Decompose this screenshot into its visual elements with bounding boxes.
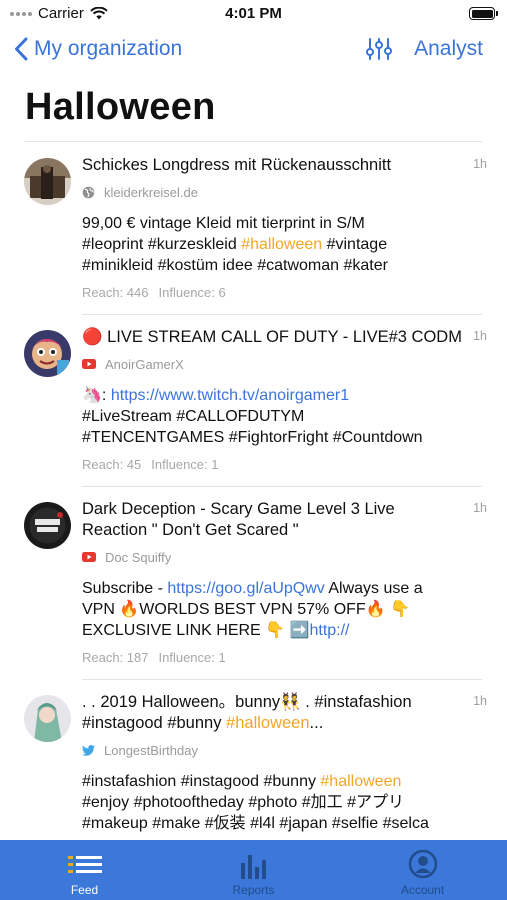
page-title: Halloween — [25, 86, 216, 128]
filter-sliders-icon[interactable] — [366, 37, 393, 61]
feed-list[interactable]: 1h Schickes Longdress mit Rückenausschni… — [0, 142, 507, 840]
post-source-label: AnoirGamerX — [105, 356, 184, 372]
tab-reports[interactable]: Reports — [169, 840, 338, 900]
post-time: 1h — [473, 329, 487, 343]
reach-label: Reach: 45 — [82, 457, 142, 472]
avatar — [24, 695, 71, 742]
tab-account-label: Account — [400, 883, 445, 897]
post-title: Schickes Longdress mit Rückenausschnitt — [82, 156, 392, 174]
hashtag-highlight[interactable]: #halloween — [241, 236, 322, 253]
tab-feed[interactable]: Feed — [0, 840, 169, 900]
feed-icon — [67, 856, 102, 873]
post-time: 1h — [473, 694, 487, 708]
twitter-icon — [82, 744, 95, 756]
tab-bar: Feed Reports Account — [0, 840, 507, 900]
reach-label: Reach: 446 — [82, 285, 149, 300]
bar-chart-icon — [240, 855, 266, 879]
post-time: 1h — [473, 157, 487, 171]
avatar — [24, 330, 71, 377]
feed-post[interactable]: 1h Schickes Longdress mit Rückenausschni… — [0, 142, 507, 315]
nav-right-actions: Analyst — [366, 37, 483, 61]
post-metrics: Reach: 45 Influence: 1 — [82, 457, 462, 472]
globe-icon — [82, 186, 95, 198]
feed-post[interactable]: 1h . . 2019 Halloween。bunny👯 . #instafas… — [0, 679, 507, 840]
post-source-label: Doc Squiffy — [105, 549, 172, 565]
battery-icon — [469, 7, 498, 20]
tab-feed-label: Feed — [70, 883, 99, 897]
hashtag-highlight[interactable]: #halloween — [320, 773, 401, 790]
post-metrics: Reach: 446 Influence: 6 — [82, 285, 462, 300]
avatar — [24, 502, 71, 549]
post-source-label: kleiderkreisel.de — [104, 184, 198, 200]
post-body: Subscribe - https://goo.gl/aUpQwv Always… — [82, 578, 462, 641]
post-source[interactable]: kleiderkreisel.de — [82, 183, 462, 201]
influence-label: Influence: 1 — [158, 650, 226, 665]
chevron-left-icon — [15, 37, 28, 61]
feed-post[interactable]: 1h Dark Deception - Scary Game Level 3 L… — [0, 486, 507, 680]
status-bar: Carrier 4:01 PM — [0, 0, 507, 30]
influence-label: Influence: 6 — [158, 285, 226, 300]
tab-reports-label: Reports — [232, 883, 275, 897]
post-metrics: Reach: 187 Influence: 1 — [82, 650, 462, 665]
tab-account[interactable]: Account — [338, 840, 507, 900]
reach-label: Reach: 187 — [82, 650, 149, 665]
avatar — [24, 158, 71, 205]
account-icon — [408, 849, 437, 879]
post-text: Subscribe - — [82, 580, 168, 597]
post-link[interactable]: http:// — [309, 622, 349, 639]
youtube-icon — [82, 552, 96, 562]
post-title: . . 2019 Halloween。bunny👯 . #instafashio… — [82, 692, 462, 734]
post-body: 🦄: https://www.twitch.tv/anoirgamer1 #Li… — [82, 385, 462, 448]
back-button-label: My organization — [34, 37, 183, 60]
post-source-label: LongestBirthday — [104, 742, 198, 758]
post-time: 1h — [473, 501, 487, 515]
post-source[interactable]: Doc Squiffy — [82, 548, 462, 566]
analyst-button[interactable]: Analyst — [414, 37, 483, 61]
post-text: #enjoy #photooftheday #photo #加工 #アプリ #m… — [82, 794, 429, 832]
post-link[interactable]: https://www.twitch.tv/anoirgamer1 — [111, 387, 349, 404]
post-title: Dark Deception - Scary Game Level 3 Live… — [82, 500, 395, 539]
post-title: 🔴 LIVE STREAM CALL OF DUTY - LIVE#3 CODM — [82, 328, 462, 346]
post-body: #instafashion #instagood #bunny #hallowe… — [82, 771, 462, 834]
post-source[interactable]: AnoirGamerX — [82, 355, 462, 373]
hashtag-highlight[interactable]: #halloween — [226, 714, 309, 732]
navigation-bar: My organization Analyst — [0, 30, 507, 75]
youtube-icon — [82, 359, 96, 369]
feed-post[interactable]: 1h 🔴 LIVE STREAM CALL OF DUTY - LIVE#3 C… — [0, 314, 507, 487]
post-body: 99,00 € vintage Kleid mit tierprint in S… — [82, 213, 462, 276]
back-button[interactable]: My organization — [14, 37, 182, 61]
post-link[interactable]: https://goo.gl/aUpQwv — [167, 580, 324, 597]
influence-label: Influence: 1 — [151, 457, 219, 472]
post-text: #instafashion #instagood #bunny — [82, 773, 321, 790]
post-source[interactable]: LongestBirthday — [82, 741, 462, 759]
status-time: 4:01 PM — [225, 5, 282, 22]
post-text: #LiveStream #CALLOFDUTYM #TENCENTGAMES #… — [82, 408, 423, 446]
post-text: 🦄: — [82, 387, 111, 404]
post-text: ... — [309, 714, 324, 732]
